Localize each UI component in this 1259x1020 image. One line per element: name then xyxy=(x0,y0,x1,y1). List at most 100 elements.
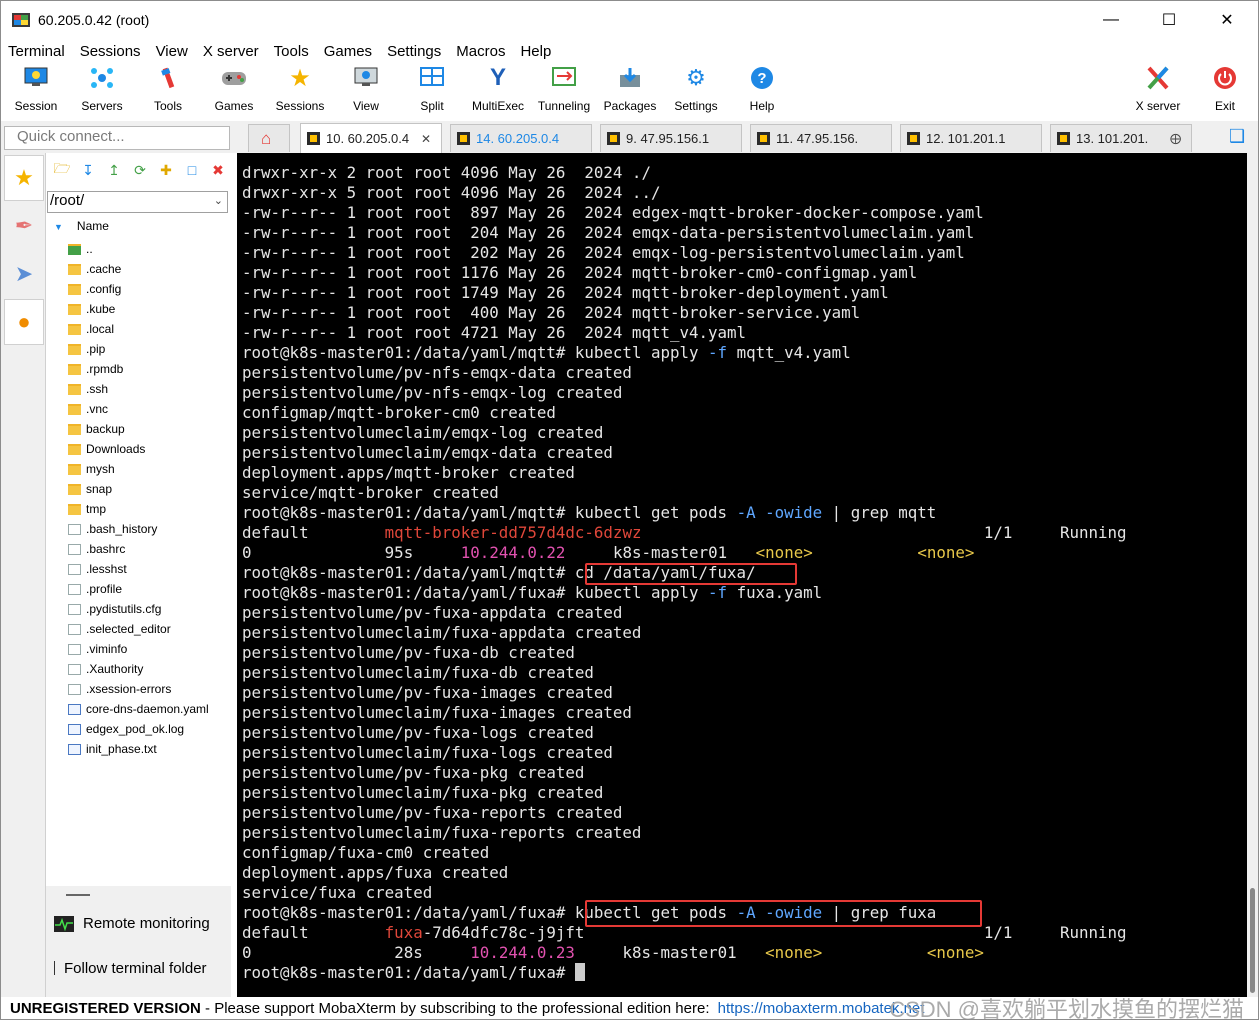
minimize-icon[interactable]: — xyxy=(1088,1,1134,39)
servers-button[interactable]: Servers xyxy=(69,65,135,113)
file-list-item[interactable]: .local xyxy=(68,319,233,339)
apply-output-line: persistentvolumeclaim/emqx-data created xyxy=(242,443,613,462)
file-list-item[interactable]: .pip xyxy=(68,339,233,359)
file-list-item[interactable]: mysh xyxy=(68,459,233,479)
file-list-item[interactable]: tmp xyxy=(68,499,233,519)
tab-session-13[interactable]: 13. 101.201. ⨁ xyxy=(1050,124,1192,152)
command-text: mqtt_v4.yaml xyxy=(727,343,851,362)
menu-terminal[interactable]: Terminal xyxy=(1,43,73,60)
pod-nominated-node: <none> xyxy=(765,943,823,962)
terminal-line: deployment.apps/mqtt-broker created xyxy=(242,463,1247,483)
menu-settings[interactable]: Settings xyxy=(380,43,449,60)
tab-session-12[interactable]: 12. 101.201.1 xyxy=(900,124,1042,152)
new-file-icon[interactable]: □ xyxy=(182,160,202,180)
file-list-item[interactable]: .Xauthority xyxy=(68,659,233,679)
file-list-item[interactable]: .cache xyxy=(68,259,233,279)
tab-close-icon[interactable]: ✕ xyxy=(421,132,431,146)
sessions-button[interactable]: ★ Sessions xyxy=(267,65,333,114)
sftp-sidetab[interactable]: ● xyxy=(4,299,44,345)
file-list-item[interactable]: .selected_editor xyxy=(68,619,233,639)
file-name: mysh xyxy=(86,462,115,476)
session-button[interactable]: Session xyxy=(3,65,69,113)
file-list-item[interactable]: .. xyxy=(68,239,233,259)
new-folder-icon[interactable]: ✚ xyxy=(156,160,176,180)
x-server-button[interactable]: X server xyxy=(1125,65,1191,113)
menu-tools[interactable]: Tools xyxy=(267,43,317,60)
tab-session-9[interactable]: 9. 47.95.156.1 xyxy=(600,124,742,152)
path-select[interactable]: /root/⌄ xyxy=(47,191,228,213)
file-list-item[interactable]: backup xyxy=(68,419,233,439)
file-list-item[interactable]: .bash_history xyxy=(68,519,233,539)
scrollbar-thumb[interactable] xyxy=(1250,888,1255,993)
tab-session-11[interactable]: 11. 47.95.156. xyxy=(750,124,892,152)
file-list-item[interactable]: core-dns-daemon.yaml xyxy=(68,699,233,719)
apply-output-line: persistentvolume/pv-fuxa-images created xyxy=(242,683,613,702)
pod-readiness-gates: <none> xyxy=(917,543,975,562)
file-name: init_phase.txt xyxy=(86,742,157,756)
quick-connect-input[interactable]: Quick connect... xyxy=(4,126,230,150)
games-button[interactable]: Games xyxy=(201,65,267,113)
close-icon[interactable]: ✕ xyxy=(1204,1,1250,39)
upload-icon[interactable]: ↥ xyxy=(104,160,124,180)
attachment-icon[interactable]: ❑ xyxy=(1229,126,1245,147)
file-list-item[interactable]: .pydistutils.cfg xyxy=(68,599,233,619)
sessions-sidetab[interactable]: ★ xyxy=(4,155,44,201)
file-name: .config xyxy=(86,282,122,296)
follow-terminal-folder-checkbox[interactable]: Follow terminal folder xyxy=(54,960,207,977)
tab-row: Quick connect... ⌂ 10. 60.205.0.4 ✕ 14. 6… xyxy=(1,121,1258,153)
tab-session-14[interactable]: 14. 60.205.0.4 xyxy=(450,124,592,152)
terminal-scrollbar[interactable] xyxy=(1247,153,1258,997)
split-button[interactable]: Split xyxy=(399,65,465,113)
status-bar: UNREGISTERED VERSION - Please support Mo… xyxy=(1,997,1258,1019)
exit-button[interactable]: Exit xyxy=(1192,65,1258,113)
file-list-item[interactable]: .viminfo xyxy=(68,639,233,659)
menu-games[interactable]: Games xyxy=(317,43,380,60)
csdn-watermark: CSDN @喜欢躺平划水摸鱼的摆烂猫 xyxy=(889,997,1244,1020)
file-list-item[interactable]: init_phase.txt xyxy=(68,739,233,759)
tab-session-10[interactable]: 10. 60.205.0.4 ✕ xyxy=(300,123,442,153)
file-list-item[interactable]: .xsession-errors xyxy=(68,679,233,699)
file-list-item[interactable]: .config xyxy=(68,279,233,299)
file-list-item[interactable]: .lesshst xyxy=(68,559,233,579)
packages-icon xyxy=(617,65,643,91)
tools-sidetab[interactable]: ✒ xyxy=(4,203,44,249)
splitter-handle[interactable] xyxy=(66,894,90,896)
terminal-line: configmap/mqtt-broker-cm0 created xyxy=(242,403,1247,423)
maximize-icon[interactable]: ☐ xyxy=(1146,1,1192,39)
menu-macros[interactable]: Macros xyxy=(449,43,513,60)
file-list-item[interactable]: edgex_pod_ok.log xyxy=(68,719,233,739)
help-button[interactable]: ? Help xyxy=(729,65,795,113)
menu-view[interactable]: View xyxy=(149,43,196,60)
file-column-header[interactable]: ▼ Name xyxy=(54,219,109,233)
folder-up-icon[interactable]: 🗁 xyxy=(52,160,72,180)
file-list-item[interactable]: .profile xyxy=(68,579,233,599)
menu-x-server[interactable]: X server xyxy=(196,43,267,60)
pod-restarts: 0 xyxy=(242,543,252,562)
menu-sessions[interactable]: Sessions xyxy=(73,43,149,60)
download-icon[interactable]: ↧ xyxy=(78,160,98,180)
menu-help[interactable]: Help xyxy=(513,43,559,60)
file-list-item[interactable]: Downloads xyxy=(68,439,233,459)
apply-output-line: persistentvolume/pv-nfs-emqx-data create… xyxy=(242,363,632,382)
file-list-item[interactable]: .kube xyxy=(68,299,233,319)
delete-icon[interactable]: ✖ xyxy=(208,160,228,180)
file-name: .pip xyxy=(86,342,106,356)
refresh-icon[interactable]: ⟳ xyxy=(130,160,150,180)
file-list-item[interactable]: .ssh xyxy=(68,379,233,399)
remote-monitoring-button[interactable]: Remote monitoring xyxy=(54,915,210,932)
multiexec-button[interactable]: Y MultiExec xyxy=(465,64,531,113)
file-list-item[interactable]: .bashrc xyxy=(68,539,233,559)
file-name: .lesshst xyxy=(86,562,127,576)
tab-home[interactable]: ⌂ xyxy=(248,124,290,152)
tunneling-button[interactable]: Tunneling xyxy=(531,65,597,113)
packages-button[interactable]: Packages xyxy=(597,65,663,113)
settings-button[interactable]: ⚙ Settings xyxy=(663,65,729,113)
file-list-item[interactable]: .rpmdb xyxy=(68,359,233,379)
file-list-item[interactable]: .vnc xyxy=(68,399,233,419)
file-list-item[interactable]: snap xyxy=(68,479,233,499)
new-tab-icon[interactable]: ⨁ xyxy=(1170,132,1181,145)
tools-button[interactable]: Tools xyxy=(135,65,201,113)
file-icon xyxy=(68,563,81,575)
macros-sidetab[interactable]: ➤ xyxy=(4,251,44,297)
view-button[interactable]: View xyxy=(333,65,399,113)
